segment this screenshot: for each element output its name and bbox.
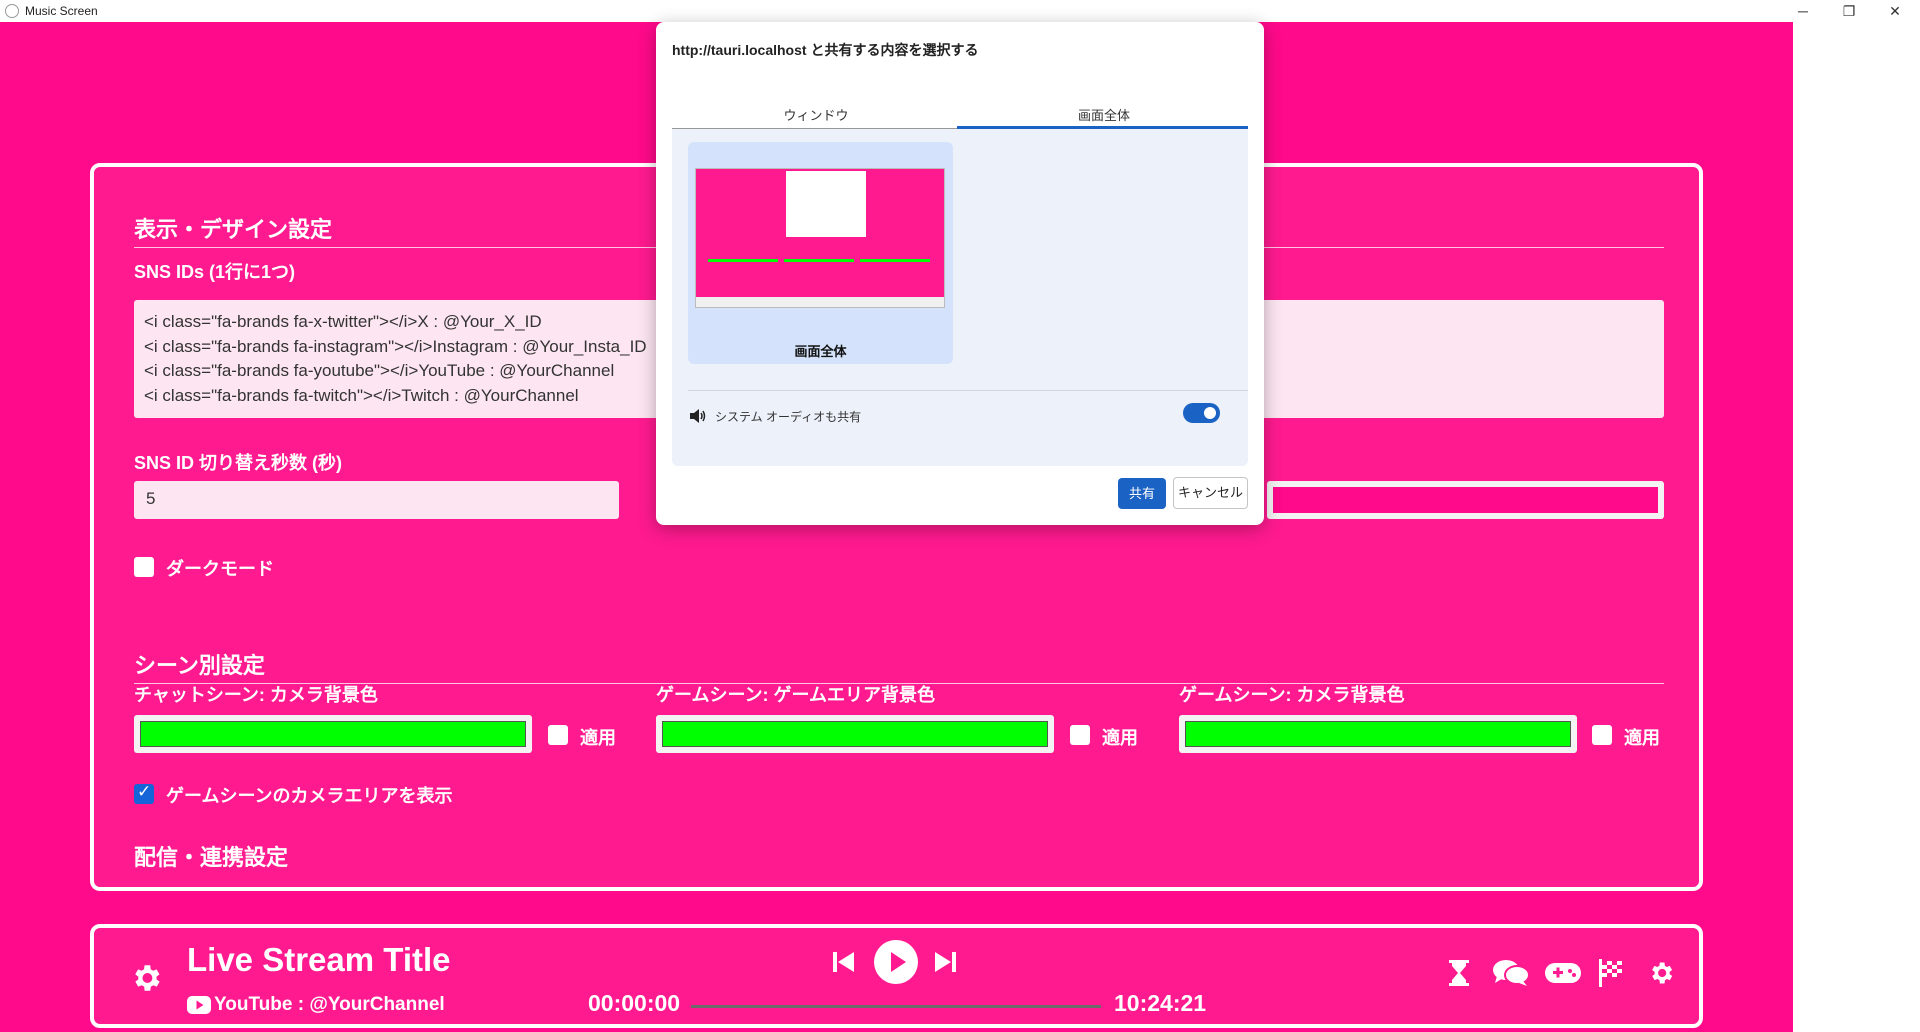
sns-interval-label: SNS ID 切り替え秒数 (秒) [134,453,343,473]
chat-camera-bg-apply-checkbox[interactable] [548,725,568,745]
apply-label: 適用 [1102,728,1138,748]
apply-label: 適用 [580,728,616,748]
game-area-bg-color-picker[interactable] [656,715,1054,753]
thumbnail-green-bar [708,259,778,262]
total-time: 10:24:21 [1114,990,1207,1016]
minimize-button[interactable]: ─ [1780,0,1826,22]
window-titlebar: Music Screen ─ ❐ ✕ [0,0,1920,22]
game-camera-bg-color-picker[interactable] [1179,715,1577,753]
scene-settings-title: シーン別設定 [134,653,265,678]
system-audio-toggle[interactable] [1183,403,1220,423]
youtube-icon [187,994,211,1016]
window-title: Music Screen [25,4,98,18]
thumbnail-green-bar [784,259,854,262]
dialog-body: 画面全体 システム オーディオも共有 [672,129,1248,466]
share-dialog: http://tauri.localhost と共有する内容を選択する ウィンド… [656,22,1264,525]
thumbnail-taskbar [696,297,944,307]
cancel-button[interactable]: キャンセル [1173,477,1248,509]
dialog-title: http://tauri.localhost と共有する内容を選択する [672,42,979,58]
thumbnail-green-bar [860,259,930,262]
color-swatch [140,721,526,747]
screen-option-card[interactable]: 画面全体 [688,142,953,364]
game-area-bg-apply-checkbox[interactable] [1070,725,1090,745]
background-color-picker[interactable] [1267,481,1664,519]
sns-interval-input[interactable]: 5 [134,481,619,519]
channel-label: YouTube : @YourChannel [214,994,445,1015]
background-color-swatch [1273,487,1658,513]
close-button[interactable]: ✕ [1872,0,1918,22]
game-camera-bg-apply-checkbox[interactable] [1592,725,1612,745]
dialog-divider [688,390,1248,391]
gear-icon[interactable] [1646,958,1676,988]
show-camera-area-checkbox[interactable] [134,782,154,804]
display-settings-title: 表示・デザイン設定 [134,217,333,242]
thumbnail-dialog [786,171,866,237]
share-button[interactable]: 共有 [1118,478,1166,509]
player-bar: Live Stream Title YouTube : @YourChannel… [90,924,1703,1028]
previous-icon[interactable] [831,948,857,976]
dark-mode-checkbox[interactable] [134,557,154,577]
dark-mode-label: ダークモード [166,559,274,579]
chat-camera-bg-label: チャットシーン: カメラ背景色 [134,685,378,705]
stream-title: Live Stream Title [187,941,451,978]
color-swatch [662,721,1048,747]
hourglass-icon[interactable] [1448,958,1470,988]
chat-icon[interactable] [1492,958,1530,988]
apply-label: 適用 [1624,728,1660,748]
system-audio-label: システム オーディオも共有 [715,410,862,424]
play-icon[interactable] [874,940,918,984]
screen-thumbnail [695,168,945,308]
chat-camera-bg-color-picker[interactable] [134,715,532,753]
speaker-icon [689,408,707,424]
show-camera-area-label: ゲームシーンのカメラエリアを表示 [166,786,453,806]
game-camera-bg-label: ゲームシーン: カメラ背景色 [1179,685,1405,705]
progress-bar[interactable] [691,1005,1101,1008]
flag-checkered-icon[interactable] [1598,958,1624,988]
gamepad-icon[interactable] [1544,960,1582,986]
stream-settings-title: 配信・連携設定 [134,845,289,870]
sns-ids-label: SNS IDs (1行に1つ) [134,262,296,282]
game-area-bg-label: ゲームシーン: ゲームエリア背景色 [656,685,936,705]
color-swatch [1185,721,1571,747]
screen-option-label: 画面全体 [794,344,847,359]
app-icon [5,4,19,18]
gear-icon[interactable] [128,960,164,996]
maximize-button[interactable]: ❐ [1826,0,1872,22]
current-time: 00:00:00 [588,990,681,1016]
next-icon[interactable] [932,948,958,976]
